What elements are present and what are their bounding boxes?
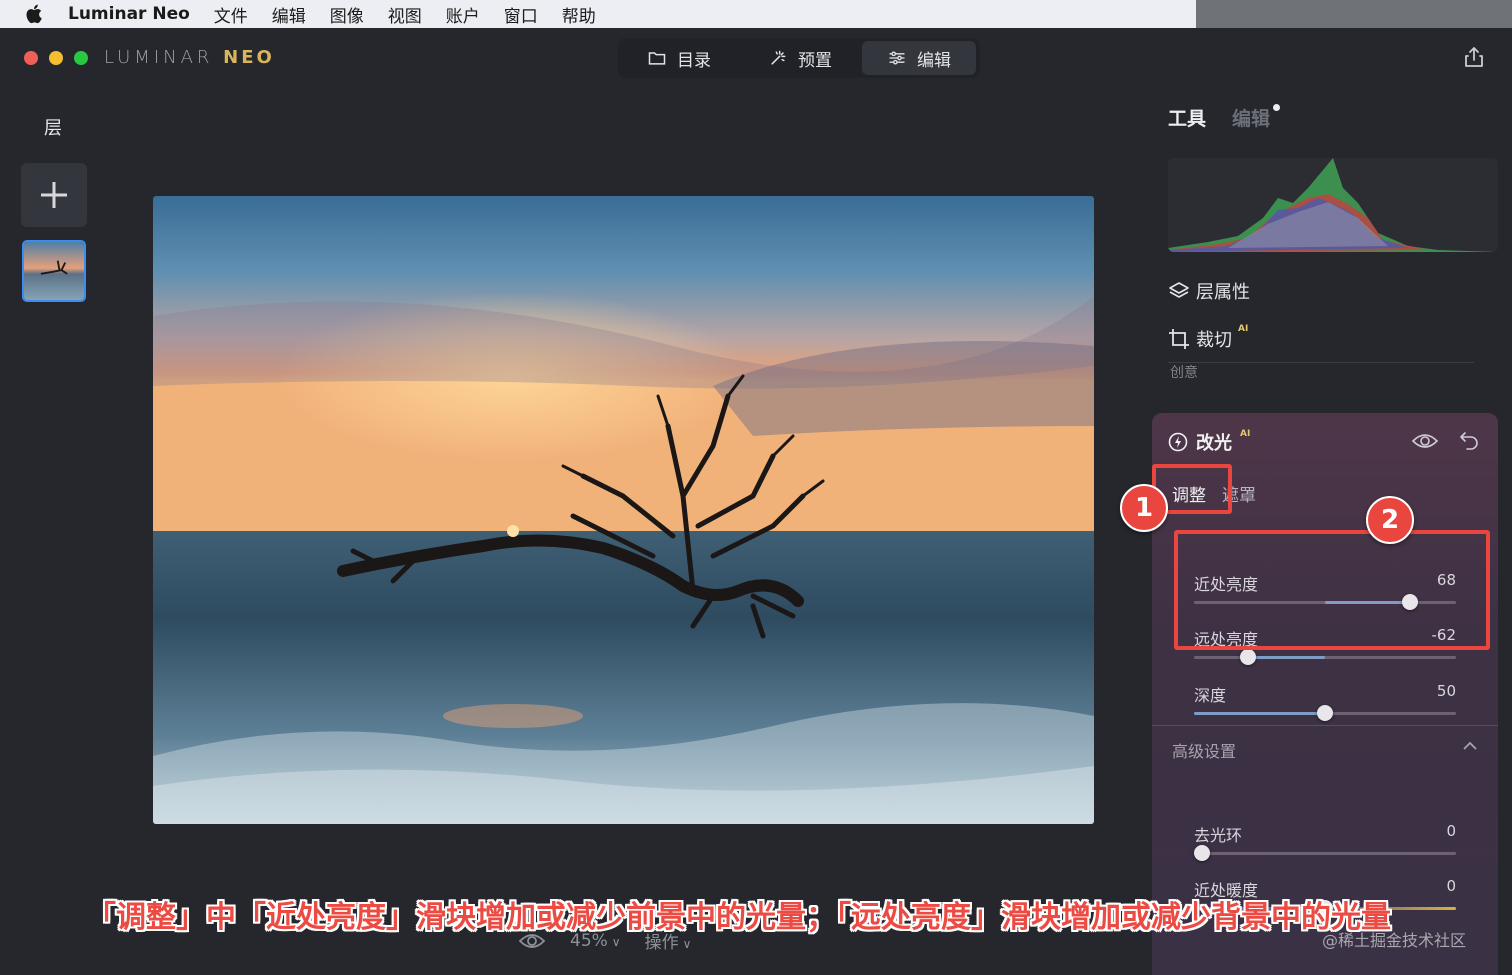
relight-ai-badge: AI <box>1240 429 1251 439</box>
section-creative-label: 创意 <box>1170 365 1198 381</box>
close-window-button[interactable] <box>24 51 38 65</box>
chevron-down-icon: ∨ <box>682 937 692 951</box>
minimize-window-button[interactable] <box>49 51 63 65</box>
slider-value[interactable]: 0 <box>1446 877 1456 895</box>
add-layer-button[interactable] <box>21 163 87 227</box>
slider-thumb[interactable] <box>1239 649 1256 665</box>
menu-file[interactable]: 文件 <box>214 2 248 27</box>
menu-edit[interactable]: 编辑 <box>272 2 306 27</box>
visibility-eye-icon[interactable] <box>1412 432 1438 450</box>
relight-title: 改光 <box>1196 433 1232 454</box>
photo-canvas[interactable] <box>153 196 1094 824</box>
app-logo: LUMINAR NEO <box>104 47 275 68</box>
slider-value[interactable]: 0 <box>1446 822 1456 840</box>
titlebar: LUMINAR NEO 目录 预置 编辑 <box>0 28 1512 86</box>
zoom-window-button[interactable] <box>74 51 88 65</box>
tab-catalog[interactable]: 目录 <box>620 41 738 75</box>
tab-edit[interactable]: 编辑 <box>862 41 976 75</box>
plus-icon <box>41 182 67 208</box>
annotation-caption: 「调整」中「近处亮度」滑块增加或减少前景中的光量；「远处亮度」滑块增加或减少背景… <box>86 900 1391 935</box>
photo-image <box>153 196 1094 824</box>
slider-fill <box>1247 656 1325 659</box>
share-icon[interactable] <box>1464 46 1484 68</box>
menu-help[interactable]: 帮助 <box>562 2 596 27</box>
annotation-box-sliders <box>1174 530 1490 650</box>
menubar-background-right <box>1196 0 1512 28</box>
right-panel-tabs: 工具 编辑 <box>1168 104 1281 131</box>
apple-logo-icon[interactable] <box>24 3 46 25</box>
tab-presets-label: 预置 <box>798 50 832 71</box>
slider-thumb[interactable] <box>1317 705 1333 721</box>
slider-value[interactable]: 50 <box>1437 682 1456 700</box>
layers-title: 层 <box>44 118 62 139</box>
tab-edits[interactable]: 编辑 <box>1232 104 1281 131</box>
slider-track[interactable] <box>1194 705 1456 721</box>
relight-bolt-icon <box>1168 432 1188 452</box>
annotation-badge-2: 2 <box>1366 496 1414 544</box>
layer-properties-label: 层属性 <box>1196 282 1250 303</box>
app-window: LUMINAR NEO 目录 预置 编辑 层 45% ∨ 操作 ∨ 工具 编辑 … <box>0 28 1512 975</box>
layers-stack-icon <box>1169 282 1189 298</box>
logo-accent-text: NEO <box>223 47 275 68</box>
section-divider <box>1168 362 1474 363</box>
menu-window[interactable]: 窗口 <box>504 2 538 27</box>
layer-properties-row[interactable]: 层属性 <box>1168 278 1250 304</box>
slider-label: 去光环 <box>1194 826 1243 845</box>
tab-catalog-label: 目录 <box>677 50 711 71</box>
sparkle-icon <box>771 50 786 65</box>
tab-edits-label: 编辑 <box>1232 108 1271 130</box>
menu-account[interactable]: 账户 <box>446 2 480 27</box>
logo-main-text: LUMINAR <box>104 47 214 68</box>
menu-app-name[interactable]: Luminar Neo <box>68 4 190 24</box>
reset-undo-icon[interactable] <box>1458 429 1480 451</box>
advanced-divider <box>1152 725 1498 726</box>
slider-fill <box>1194 712 1325 715</box>
histogram-graph <box>1168 158 1498 252</box>
annotation-badge-1: 1 <box>1120 484 1168 532</box>
tab-presets[interactable]: 预置 <box>738 41 862 75</box>
layer-thumbnail[interactable] <box>22 240 86 302</box>
crop-ai-badge: AI <box>1238 324 1249 334</box>
edits-indicator-dot <box>1273 104 1281 111</box>
menu-view[interactable]: 视图 <box>388 2 422 27</box>
advanced-settings-header[interactable]: 高级设置 <box>1172 738 1236 762</box>
crop-tool-row[interactable]: 裁切 AI <box>1168 324 1249 352</box>
chevron-down-icon: ∨ <box>611 934 621 949</box>
crop-icon <box>1169 329 1189 349</box>
menu-image[interactable]: 图像 <box>330 2 364 27</box>
chevron-up-icon[interactable] <box>1462 739 1478 753</box>
actions-label: 操作 <box>644 933 679 953</box>
macos-menubar: Luminar Neo 文件 编辑 图像 视图 账户 窗口 帮助 <box>0 0 1196 28</box>
watermark: @稀土掘金技术社区 <box>1322 931 1467 950</box>
relight-header[interactable]: 改光 AI <box>1168 429 1250 455</box>
slider-thumb[interactable] <box>1193 845 1210 861</box>
mode-tabs: 目录 预置 编辑 <box>618 38 980 78</box>
slider-label: 深度 <box>1194 686 1227 705</box>
crop-label: 裁切 <box>1196 330 1232 351</box>
folder-icon <box>648 52 666 65</box>
tab-tools[interactable]: 工具 <box>1168 104 1206 131</box>
tab-edit-label: 编辑 <box>917 50 951 71</box>
sliders-icon <box>889 51 905 65</box>
layer-thumbnail-image <box>24 242 84 300</box>
slider-track[interactable] <box>1194 649 1456 665</box>
histogram <box>1168 158 1498 252</box>
slider-track[interactable] <box>1193 845 1456 861</box>
